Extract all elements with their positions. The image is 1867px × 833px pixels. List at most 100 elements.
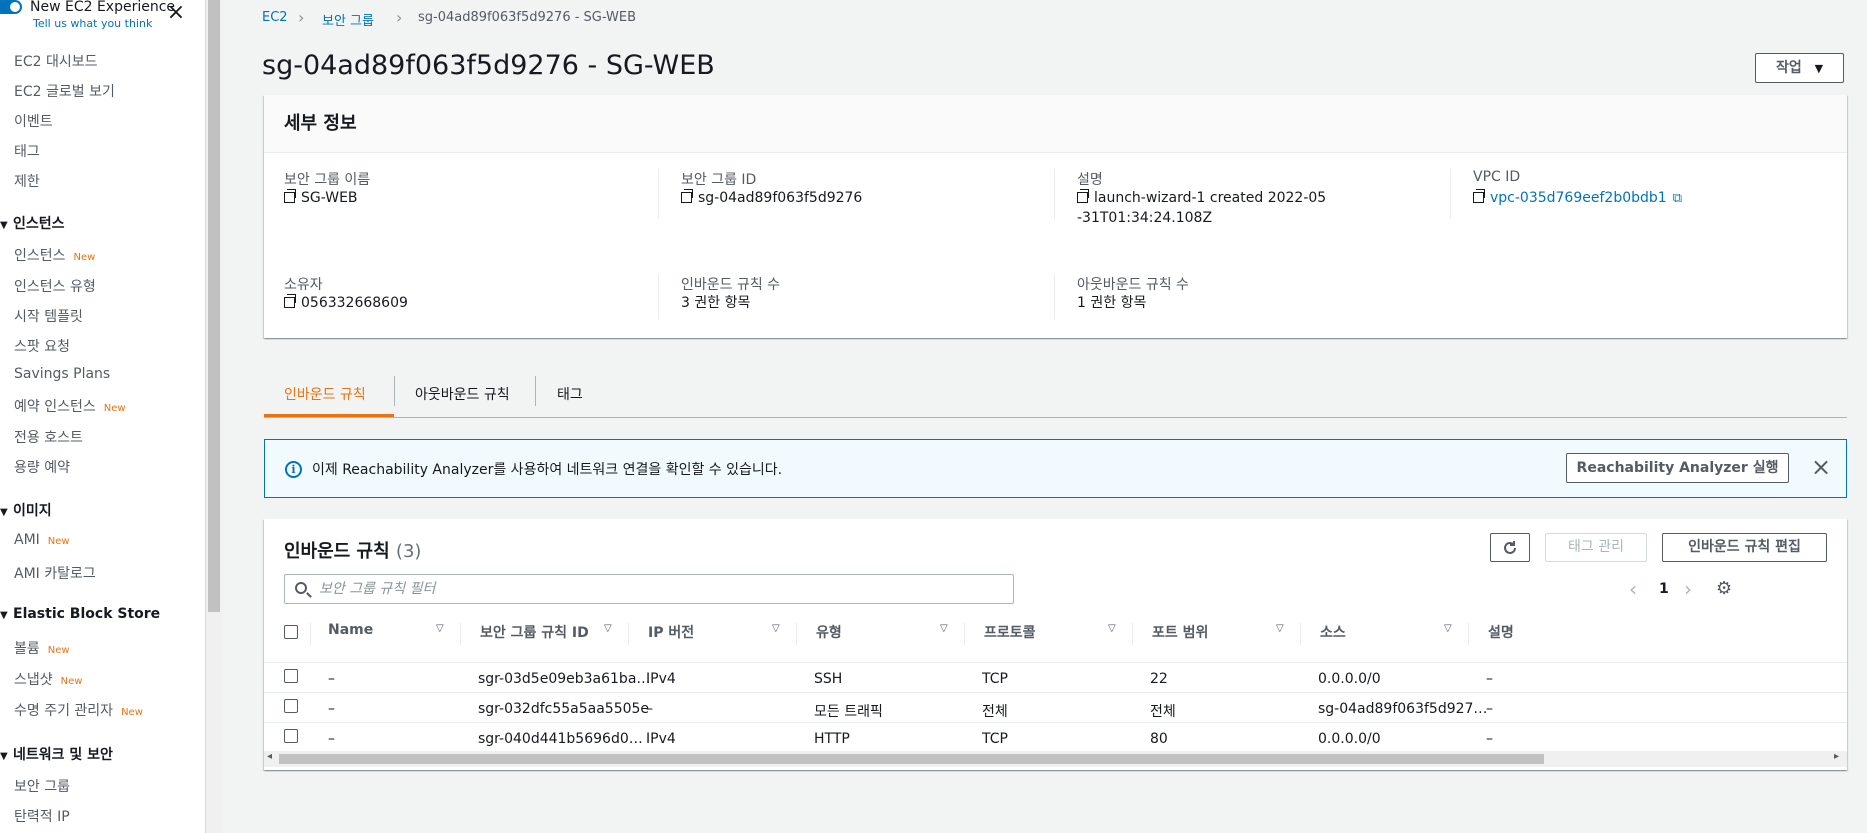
cell-rule-id: sgr-03d5e09eb3a61ba…: [478, 671, 651, 687]
refresh-icon: [1504, 541, 1516, 554]
vpc-id-link[interactable]: vpc-035d769eef2b0bdb1 ⧉: [1473, 188, 1682, 209]
sidebar-item-label: 수명 주기 관리자: [14, 703, 114, 719]
sg-id-label: 보안 그룹 ID: [681, 172, 757, 188]
column-rule-id[interactable]: 보안 그룹 규칙 ID: [480, 622, 589, 642]
section-title: 네트워크 및 보안: [13, 747, 113, 763]
new-experience-toggle[interactable]: [0, 0, 22, 14]
sort-icon[interactable]: ▽: [1108, 623, 1116, 634]
description-label: 설명: [1077, 172, 1103, 188]
sidebar-item-security-groups[interactable]: 보안 그룹: [14, 776, 70, 796]
copy-icon[interactable]: [1473, 189, 1485, 203]
sidebar-item-events[interactable]: 이벤트: [14, 111, 53, 131]
sidebar-item-snapshots[interactable]: 스냅샷 New: [14, 669, 82, 689]
cell-port-range: 전체: [1150, 704, 1176, 720]
row-checkbox[interactable]: [284, 699, 298, 713]
column-source[interactable]: 소스: [1320, 622, 1346, 642]
chevron-left-icon[interactable]: ‹: [1629, 577, 1637, 601]
column-divider: [1468, 623, 1469, 645]
breadcrumb-ec2[interactable]: EC2: [262, 10, 288, 25]
divider: [1054, 274, 1055, 319]
breadcrumb-security-groups[interactable]: 보안 그룹: [322, 10, 374, 29]
chevron-right-icon[interactable]: ›: [1684, 577, 1692, 601]
sidebar-item-limits[interactable]: 제한: [14, 171, 40, 191]
close-icon[interactable]: ×: [1811, 453, 1831, 481]
manage-tags-button[interactable]: 태그 관리: [1545, 533, 1647, 562]
column-ip-version[interactable]: IP 버전: [648, 622, 694, 642]
rules-filter[interactable]: [284, 574, 1014, 604]
sidebar-item-ami[interactable]: AMI New: [14, 532, 70, 548]
scroll-right-icon[interactable]: ▸: [1834, 751, 1839, 762]
scroll-left-icon[interactable]: ◂: [267, 751, 272, 762]
sidebar-item-ami-catalog[interactable]: AMI 카탈로그: [14, 563, 96, 583]
cell-rule-id: sgr-040d441b5696d0…: [478, 731, 643, 747]
tab-divider: [535, 376, 536, 406]
feedback-link[interactable]: Tell us what you think: [33, 17, 152, 30]
sidebar-section-instances[interactable]: ▼ 인스턴스: [0, 213, 65, 233]
copy-icon[interactable]: [1077, 189, 1089, 203]
sort-icon[interactable]: ▽: [1444, 623, 1452, 634]
reachability-analyzer-button[interactable]: Reachability Analyzer 실행: [1566, 453, 1789, 483]
sidebar-item-tags[interactable]: 태그: [14, 141, 40, 161]
sidebar-item-instances[interactable]: 인스턴스 New: [14, 245, 95, 265]
sg-id-value: sg-04ad89f063f5d9276: [681, 188, 862, 208]
copy-icon[interactable]: [284, 294, 296, 308]
column-description[interactable]: 설명: [1488, 622, 1514, 642]
sidebar-item-dedicated-hosts[interactable]: 전용 호스트: [14, 427, 83, 447]
sidebar-section-ebs[interactable]: ▼ Elastic Block Store: [0, 606, 160, 622]
copy-icon[interactable]: [681, 189, 693, 203]
column-name[interactable]: Name: [328, 622, 373, 638]
inbound-count-label: 인바운드 규칙 수: [681, 277, 781, 293]
sort-icon[interactable]: ▽: [436, 623, 444, 634]
cell-name: –: [328, 701, 335, 717]
cell-description: –: [1486, 671, 1493, 687]
sidebar-section-network-security[interactable]: ▼ 네트워크 및 보안: [0, 744, 113, 764]
sidebar-item-elastic-ips[interactable]: 탄력적 IP: [14, 806, 70, 826]
table-horizontal-scrollbar[interactable]: ◂ ▸: [264, 751, 1847, 767]
owner-label: 소유자: [284, 277, 323, 293]
description: launch-wizard-1 created 2022-05-31T01:34…: [1077, 190, 1327, 226]
vpc-id: vpc-035d769eef2b0bdb1: [1490, 190, 1667, 206]
new-badge: New: [60, 676, 83, 687]
section-title: 이미지: [13, 503, 52, 519]
column-protocol[interactable]: 프로토콜: [984, 622, 1036, 642]
edit-inbound-rules-button[interactable]: 인바운드 규칙 편집: [1662, 533, 1827, 562]
sort-icon[interactable]: ▽: [940, 623, 948, 634]
close-icon[interactable]: ×: [166, 2, 186, 24]
sidebar-item-global-view[interactable]: EC2 글로벌 보기: [14, 81, 115, 101]
sidebar-item-lifecycle-manager[interactable]: 수명 주기 관리자 New: [14, 700, 143, 720]
sidebar-scrollbar-thumb[interactable]: [208, 0, 220, 612]
sidebar-item-ec2-dashboard[interactable]: EC2 대시보드: [14, 51, 98, 71]
sort-icon[interactable]: ▽: [772, 623, 780, 634]
search-input[interactable]: [319, 579, 999, 599]
tab-outbound-rules[interactable]: 아웃바운드 규칙: [415, 384, 510, 404]
copy-icon[interactable]: [284, 189, 296, 203]
sidebar-item-savings-plans[interactable]: Savings Plans: [14, 366, 110, 382]
row-checkbox[interactable]: [284, 729, 298, 743]
cell-name: –: [328, 671, 335, 687]
page-number[interactable]: 1: [1659, 581, 1669, 597]
column-divider: [1300, 623, 1301, 645]
sidebar-item-capacity-reservations[interactable]: 용량 예약: [14, 457, 70, 477]
sidebar-item-volumes[interactable]: 볼륨 New: [14, 638, 70, 658]
sidebar-item-instance-types[interactable]: 인스턴스 유형: [14, 276, 96, 296]
sort-icon[interactable]: ▽: [1276, 623, 1284, 634]
settings-icon[interactable]: ⚙: [1716, 578, 1732, 599]
sidebar-item-launch-templates[interactable]: 시작 템플릿: [14, 306, 83, 326]
info-icon: i: [285, 461, 302, 478]
sidebar-item-spot-requests[interactable]: 스팟 요청: [14, 336, 70, 356]
details-panel: 세부 정보 보안 그룹 이름 SG-WEB 보안 그룹 ID sg-04ad89…: [264, 95, 1847, 338]
rules-title-text: 인바운드 규칙: [284, 541, 390, 562]
column-type[interactable]: 유형: [816, 622, 842, 642]
sidebar-section-images[interactable]: ▼ 이미지: [0, 500, 52, 520]
actions-button[interactable]: 작업 ▼: [1755, 53, 1844, 83]
scrollbar-thumb[interactable]: [279, 754, 1544, 764]
sort-icon[interactable]: ▽: [604, 623, 612, 634]
select-all-checkbox[interactable]: [284, 625, 298, 639]
sidebar-item-reserved-instances[interactable]: 예약 인스턴스 New: [14, 396, 126, 416]
tabs: 인바운드 규칙 아웃바운드 규칙 태그: [264, 362, 1847, 418]
refresh-button[interactable]: [1490, 533, 1530, 562]
column-port-range[interactable]: 포트 범위: [1152, 622, 1208, 642]
tab-tags[interactable]: 태그: [557, 384, 583, 404]
row-checkbox[interactable]: [284, 669, 298, 683]
tab-inbound-rules[interactable]: 인바운드 규칙: [284, 384, 366, 404]
